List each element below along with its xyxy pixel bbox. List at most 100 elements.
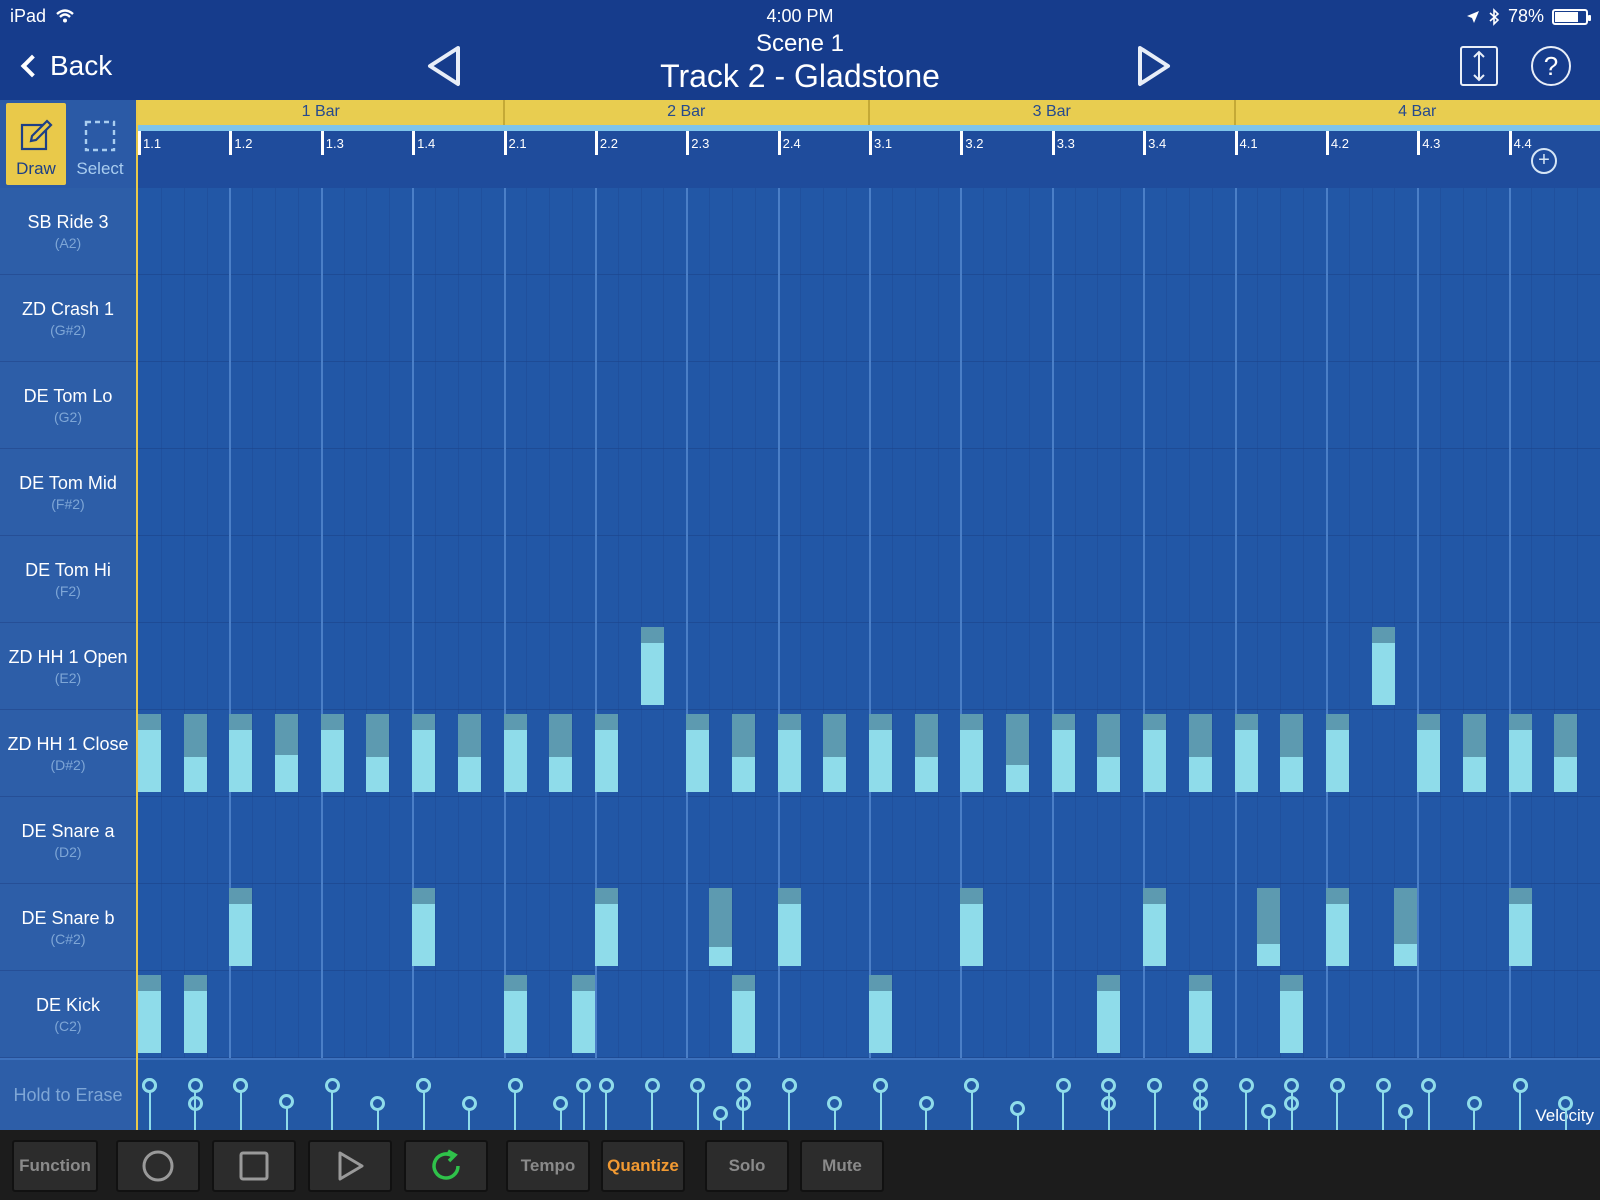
note-block[interactable] [366,714,390,792]
tempo-button[interactable]: Tempo [506,1140,590,1192]
note-block[interactable] [960,714,984,792]
velocity-handle[interactable] [187,1078,203,1093]
velocity-handle[interactable] [598,1078,614,1093]
help-button[interactable]: ? [1531,46,1571,86]
note-block[interactable] [1508,888,1532,966]
velocity-handle[interactable] [1010,1100,1026,1116]
instrument-row[interactable]: DE Snare b (C#2) [0,884,136,971]
function-button[interactable]: Function [12,1140,98,1192]
note-block[interactable] [1462,714,1486,792]
loop-button[interactable] [404,1140,488,1192]
velocity-handle[interactable] [1192,1078,1208,1093]
note-block[interactable] [572,975,596,1053]
note-block[interactable] [1371,627,1395,705]
resize-lanes-button[interactable] [1460,46,1498,86]
note-block[interactable] [1325,714,1349,792]
velocity-handle[interactable] [507,1078,523,1093]
note-block[interactable] [183,975,207,1053]
note-block[interactable] [960,888,984,966]
instrument-row[interactable]: ZD HH 1 Open (E2) [0,623,136,710]
note-block[interactable] [412,714,436,792]
velocity-handle[interactable] [553,1095,569,1111]
note-block[interactable] [594,714,618,792]
velocity-handle[interactable] [918,1095,934,1111]
instrument-row[interactable]: SB Ride 3 (A2) [0,188,136,275]
velocity-handle[interactable] [1558,1095,1574,1111]
velocity-handle[interactable] [713,1105,729,1121]
stop-button[interactable] [212,1140,296,1192]
note-block[interactable] [640,627,664,705]
note-block[interactable] [275,714,299,792]
note-block[interactable] [1097,714,1121,792]
velocity-handle[interactable] [233,1078,249,1093]
note-block[interactable] [1143,714,1167,792]
solo-button[interactable]: Solo [705,1140,789,1192]
draw-tool-button[interactable]: Draw [6,103,66,185]
velocity-handle[interactable] [1261,1104,1277,1119]
velocity-handle[interactable] [279,1094,295,1109]
note-block[interactable] [1280,714,1304,792]
note-block[interactable] [229,888,253,966]
note-block[interactable] [412,888,436,966]
note-block[interactable] [1325,888,1349,966]
velocity-handle[interactable] [964,1078,980,1093]
velocity-lane[interactable]: Velocity [138,1058,1600,1130]
next-track-button[interactable] [1134,44,1174,88]
play-button[interactable] [308,1140,392,1192]
velocity-handle[interactable] [735,1078,751,1093]
note-block[interactable] [869,975,892,1053]
note-block[interactable] [1508,714,1532,792]
velocity-handle[interactable] [324,1078,340,1093]
velocity-handle[interactable] [370,1095,386,1111]
step-grid[interactable] [138,188,1600,1058]
note-block[interactable] [914,714,938,792]
velocity-handle[interactable] [576,1078,592,1093]
add-bar-button[interactable]: + [1531,148,1557,174]
note-block[interactable] [549,714,573,792]
note-block[interactable] [183,714,207,792]
note-block[interactable] [777,888,801,966]
velocity-handle[interactable] [644,1078,660,1093]
instrument-row[interactable]: DE Tom Mid (F#2) [0,449,136,536]
note-block[interactable] [1234,714,1258,792]
note-block[interactable] [1051,714,1075,792]
note-block[interactable] [777,714,801,792]
note-block[interactable] [138,714,161,792]
velocity-handle[interactable] [1329,1078,1345,1093]
velocity-handle[interactable] [1055,1078,1071,1093]
velocity-handle[interactable] [1147,1078,1163,1093]
note-block[interactable] [503,714,527,792]
note-block[interactable] [686,714,710,792]
velocity-handle[interactable] [690,1078,706,1093]
quantize-button[interactable]: Quantize [601,1140,685,1192]
instrument-row[interactable]: DE Kick (C2) [0,971,136,1058]
velocity-handle[interactable] [1375,1078,1391,1093]
velocity-handle[interactable] [1398,1104,1414,1119]
velocity-handle[interactable] [142,1078,157,1093]
velocity-handle[interactable] [461,1095,477,1111]
record-button[interactable] [116,1140,200,1192]
note-block[interactable] [1554,714,1578,792]
velocity-handle[interactable] [416,1078,432,1093]
note-block[interactable] [709,888,733,966]
select-tool-button[interactable]: Select [70,103,130,185]
velocity-handle[interactable] [1238,1078,1254,1093]
note-block[interactable] [823,714,847,792]
note-block[interactable] [731,714,755,792]
note-block[interactable] [1188,714,1212,792]
note-block[interactable] [1006,714,1030,792]
note-block[interactable] [503,975,527,1053]
note-block[interactable] [138,975,161,1053]
note-block[interactable] [1394,888,1418,966]
velocity-handle[interactable] [827,1095,843,1111]
note-block[interactable] [1143,888,1167,966]
hold-to-erase-label[interactable]: Hold to Erase [0,1058,136,1130]
instrument-row[interactable]: DE Snare a (D2) [0,797,136,884]
velocity-handle[interactable] [1421,1078,1437,1093]
note-block[interactable] [1257,888,1281,966]
note-block[interactable] [1097,975,1121,1053]
instrument-row[interactable]: DE Tom Hi (F2) [0,536,136,623]
velocity-handle[interactable] [873,1078,888,1093]
note-block[interactable] [1417,714,1441,792]
instrument-row[interactable]: ZD Crash 1 (G#2) [0,275,136,362]
